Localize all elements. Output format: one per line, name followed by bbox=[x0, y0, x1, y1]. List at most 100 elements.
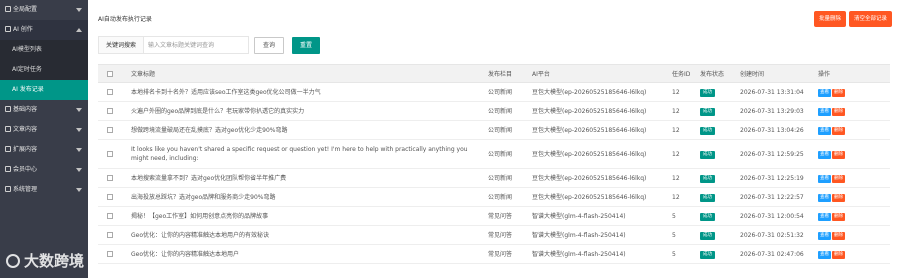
row-column: 公司新闻 bbox=[485, 168, 529, 188]
watermark: 大数跨境 bbox=[6, 250, 84, 271]
search-input[interactable] bbox=[143, 36, 250, 54]
header-status: 发布状态 bbox=[697, 64, 737, 83]
row-actions: 查看 删除 bbox=[815, 120, 890, 140]
view-button[interactable]: 查看 bbox=[818, 194, 831, 202]
row-actions: 查看 删除 bbox=[815, 101, 890, 121]
menu-icon bbox=[5, 6, 11, 12]
menu-icon bbox=[5, 26, 11, 32]
sidebar: 全局配置 AI 创作 AI模型列表 AI定时任务 AI 发布记录基础内容文章内容扩展内容… bbox=[0, 0, 88, 278]
main-content: AI自动发布执行记录 批量删除 清空全部记录 关键词搜索 查询 重置 文章标题 … bbox=[88, 0, 900, 278]
view-button[interactable]: 查看 bbox=[818, 175, 831, 183]
row-task-id: 12 bbox=[669, 101, 697, 121]
chevron-down-icon bbox=[76, 148, 82, 152]
row-column: 常见问答 bbox=[485, 206, 529, 226]
table-row: Geo优化：让你的内容精准触达本地用户的有效秘诀 常见问答 智谱大模型(glm-4-… bbox=[98, 225, 890, 245]
sidebar-item-0[interactable]: 全局配置 bbox=[0, 0, 88, 20]
row-task-id: 12 bbox=[669, 82, 697, 102]
view-button[interactable]: 查看 bbox=[818, 89, 831, 97]
row-column: 公司新闻 bbox=[485, 120, 529, 140]
row-title: 本地排名卡到十名外？适用应该seo工作室这类geo优化公司做一半力气 bbox=[128, 82, 485, 102]
row-checkbox[interactable] bbox=[107, 108, 113, 114]
sidebar-item-9[interactable]: 系统管理 bbox=[0, 180, 88, 200]
sidebar-item-label: AI 发布记录 bbox=[12, 86, 44, 93]
row-title: It looks like you haven't shared a speci… bbox=[128, 139, 485, 169]
row-created-time: 2026-07-31 12:25:19 bbox=[737, 168, 815, 188]
row-title: 揭秘！【geo工作室】如何用创意点亮你的品牌故事 bbox=[128, 206, 485, 226]
reset-button[interactable]: 重置 bbox=[292, 36, 321, 54]
sidebar-item-6[interactable]: 文章内容 bbox=[0, 120, 88, 140]
row-platform: 豆包大模型(ep-20260525185646-l6lkq) bbox=[529, 168, 669, 188]
row-checkbox[interactable] bbox=[107, 89, 113, 95]
menu-icon bbox=[5, 166, 11, 172]
delete-button[interactable]: 删除 bbox=[832, 213, 845, 221]
watermark-logo-icon bbox=[6, 254, 20, 268]
view-button[interactable]: 查看 bbox=[818, 108, 831, 116]
row-status-cell: 成功 bbox=[697, 101, 737, 121]
delete-button[interactable]: 删除 bbox=[832, 127, 845, 135]
sidebar-item-label: 系统管理 bbox=[13, 186, 38, 193]
row-select-cell bbox=[98, 101, 128, 121]
row-checkbox[interactable] bbox=[107, 232, 113, 238]
row-checkbox[interactable] bbox=[107, 127, 113, 133]
sidebar-item-8[interactable]: 会员中心 bbox=[0, 160, 88, 180]
select-all-checkbox[interactable] bbox=[107, 70, 113, 77]
row-actions: 查看 删除 bbox=[815, 225, 890, 245]
header-platform: AI平台 bbox=[529, 64, 669, 83]
records-table: 文章标题 发布栏目 AI平台 任务ID 发布状态 创建时间 操作 本地排名卡到十… bbox=[98, 64, 890, 264]
table-row: 揭秘！【geo工作室】如何用创意点亮你的品牌故事 常见问答 智谱大模型(glm-4-… bbox=[98, 206, 890, 226]
view-button[interactable]: 查看 bbox=[818, 127, 831, 135]
sidebar-item-3[interactable]: AI定时任务 bbox=[0, 60, 88, 80]
clear-all-button[interactable]: 清空全部记录 bbox=[848, 11, 892, 27]
row-checkbox[interactable] bbox=[107, 213, 113, 219]
batch-delete-button[interactable]: 批量删除 bbox=[813, 11, 846, 27]
row-task-id: 5 bbox=[669, 225, 697, 245]
watermark-text: 大数跨境 bbox=[24, 252, 85, 270]
status-badge: 成功 bbox=[700, 127, 715, 135]
row-created-time: 2026-07-31 02:47:06 bbox=[737, 244, 815, 264]
table-row: 本地排名卡到十名外？适用应该seo工作室这类geo优化公司做一半力气 公司新闻 豆包… bbox=[98, 82, 890, 102]
sidebar-item-4[interactable]: AI 发布记录 bbox=[0, 80, 88, 100]
delete-button[interactable]: 删除 bbox=[832, 89, 845, 97]
view-button[interactable]: 查看 bbox=[818, 151, 831, 159]
row-status-cell: 成功 bbox=[697, 244, 737, 264]
row-checkbox[interactable] bbox=[107, 194, 113, 200]
view-button[interactable]: 查看 bbox=[818, 213, 831, 221]
table-row: 火遍户外圈的geo品牌到底是什么？老玩家带你扒透它的真实实力 公司新闻 豆包大模型(… bbox=[98, 101, 890, 121]
top-toolbar: 批量删除 清空全部记录 bbox=[813, 11, 892, 27]
delete-button[interactable]: 删除 bbox=[832, 108, 845, 116]
delete-button[interactable]: 删除 bbox=[832, 175, 845, 183]
sidebar-item-label: 文章内容 bbox=[13, 126, 38, 133]
row-select-cell bbox=[98, 168, 128, 188]
delete-button[interactable]: 删除 bbox=[832, 151, 845, 159]
search-bar: 关键词搜索 查询 重置 bbox=[98, 36, 321, 54]
row-task-id: 5 bbox=[669, 206, 697, 226]
query-button[interactable]: 查询 bbox=[254, 36, 285, 54]
status-badge: 成功 bbox=[700, 251, 715, 259]
row-checkbox[interactable] bbox=[107, 175, 113, 181]
sidebar-item-label: AI模型列表 bbox=[12, 46, 42, 53]
sidebar-item-7[interactable]: 扩展内容 bbox=[0, 140, 88, 160]
table-row: 本地搜索流量拿不到？选对geo优化团队帮你省半年推广费 公司新闻 豆包大模型(ep-… bbox=[98, 168, 890, 188]
chevron-down-icon bbox=[76, 128, 82, 132]
sidebar-item-2[interactable]: AI模型列表 bbox=[0, 40, 88, 60]
table-header-row: 文章标题 发布栏目 AI平台 任务ID 发布状态 创建时间 操作 bbox=[98, 64, 890, 83]
sidebar-item-label: 全局配置 bbox=[13, 6, 38, 13]
row-created-time: 2026-07-31 12:00:54 bbox=[737, 206, 815, 226]
header-title: 文章标题 bbox=[128, 64, 485, 83]
row-platform: 智谱大模型(glm-4-flash-250414) bbox=[529, 244, 669, 264]
row-checkbox[interactable] bbox=[107, 251, 113, 257]
delete-button[interactable]: 删除 bbox=[832, 251, 845, 259]
delete-button[interactable]: 删除 bbox=[832, 232, 845, 240]
table-row: Geo优化：让你的内容精准触达本地用户 常见问答 智谱大模型(glm-4-flash… bbox=[98, 244, 890, 264]
row-checkbox[interactable] bbox=[107, 151, 113, 157]
sidebar-item-5[interactable]: 基础内容 bbox=[0, 100, 88, 120]
status-badge: 成功 bbox=[700, 232, 715, 240]
row-task-id: 12 bbox=[669, 187, 697, 207]
view-button[interactable]: 查看 bbox=[818, 251, 831, 259]
view-button[interactable]: 查看 bbox=[818, 232, 831, 240]
status-badge: 成功 bbox=[700, 175, 715, 183]
row-created-time: 2026-07-31 02:51:32 bbox=[737, 225, 815, 245]
delete-button[interactable]: 删除 bbox=[832, 194, 845, 202]
page-title: AI自动发布执行记录 bbox=[98, 16, 152, 23]
sidebar-item-1[interactable]: AI 创作 bbox=[0, 20, 88, 40]
